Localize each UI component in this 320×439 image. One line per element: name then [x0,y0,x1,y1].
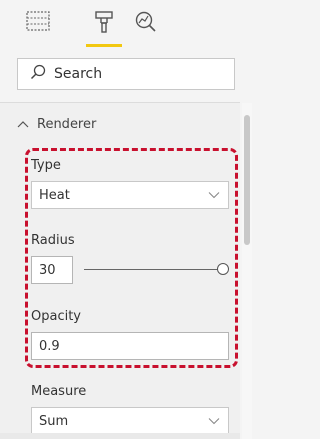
section-title: Renderer [37,117,97,132]
chevron-down-icon [208,414,220,429]
table-icon [26,10,50,50]
scrollbar-thumb[interactable] [244,115,250,245]
measure-value: Sum [39,413,69,429]
analytics-icon [134,10,158,50]
panel-bottom-edge [0,433,240,439]
section-header-renderer[interactable]: Renderer [17,117,96,132]
search-box[interactable] [17,58,235,90]
tab-analytics[interactable] [128,10,164,50]
chevron-up-icon [17,117,37,132]
active-tab-indicator [86,44,122,47]
highlight-annotation [25,148,238,368]
visualization-pane-tabs [0,0,252,52]
search-input[interactable] [54,66,214,82]
search-icon [30,64,46,84]
tab-fields[interactable] [20,10,56,50]
measure-label: Measure [31,384,87,399]
measure-dropdown[interactable]: Sum [31,407,229,435]
